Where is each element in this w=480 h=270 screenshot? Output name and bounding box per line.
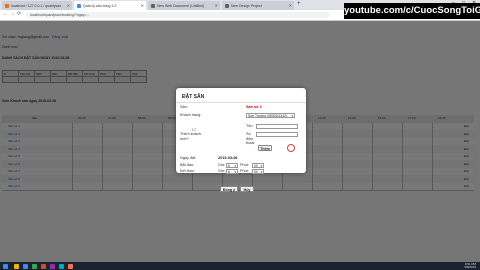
tab-quanlysan[interactable]: Quản lý sân bóng 1.0 ✕ <box>74 1 146 10</box>
phpmyadmin-icon <box>5 3 9 8</box>
name-label: Tên: <box>246 124 254 128</box>
close-tab-icon[interactable]: ✕ <box>67 3 70 8</box>
page-icon <box>225 3 229 8</box>
chrome-icon[interactable] <box>23 263 28 269</box>
booking-dialog: ĐẶT SÂN Sân: Sân số 3 Khách hàng: Sơn Tr… <box>176 88 306 174</box>
date-label: Ngày đặt: <box>180 156 197 160</box>
reload-icon[interactable]: ⟳ <box>17 11 21 17</box>
start-label: Bắt đầu: <box>180 163 195 167</box>
select-value: 6 <box>228 170 230 174</box>
tab-label: Quản lý sân bóng 1.0 <box>83 3 117 8</box>
page-icon <box>77 3 81 8</box>
tab-label: New Web Document (Untitled) <box>157 3 205 8</box>
hour-label: Giờ: <box>218 163 226 167</box>
start-hour-select[interactable]: 6 ▾ <box>226 163 238 168</box>
select-value: 6 <box>228 164 230 168</box>
tab-label: localhost / 127.0.0.1 / quanlysan <box>11 3 62 8</box>
close-tab-icon[interactable]: ✕ <box>215 3 218 8</box>
chevron-down-icon: ▾ <box>260 170 262 174</box>
chevron-down-icon: ▾ <box>260 164 262 168</box>
field-value: Sân số 3 <box>246 105 262 109</box>
select-value: 00 <box>254 170 258 174</box>
add-customer-button[interactable]: Thêm <box>258 145 272 151</box>
chevron-down-icon: ▾ <box>234 170 236 174</box>
new-customer-label: Thêm khách mới? <box>180 132 201 141</box>
file-explorer-icon[interactable] <box>14 263 19 269</box>
app-icon[interactable] <box>50 263 55 269</box>
name-input[interactable] <box>256 124 298 129</box>
start-icon[interactable] <box>3 263 8 269</box>
channel-watermark: youtube.com/c/CuocSongToiGian <box>344 3 480 19</box>
confirm-button[interactable]: Đồng ý <box>220 186 238 192</box>
phone-input[interactable] <box>256 132 298 137</box>
hour-label: Giờ: <box>218 169 226 173</box>
tab-web-document[interactable]: New Web Document (Untitled) ✕ <box>148 1 220 10</box>
customer-select[interactable]: Sơn Trường (0909111342) ▾ <box>246 113 295 118</box>
url-input[interactable]: localhost/quanlysan/booking/?ngay=... <box>26 11 330 18</box>
minute-label: Phút: <box>240 169 249 173</box>
page-icon <box>151 3 155 8</box>
chevron-down-icon: ▾ <box>291 114 293 118</box>
app-icon[interactable] <box>32 263 37 269</box>
app-icon[interactable] <box>41 263 46 269</box>
chevron-down-icon: ▾ <box>234 164 236 168</box>
clock-date: 3/8/2019 <box>464 265 476 269</box>
customer-label: Khách hàng: <box>180 113 202 117</box>
select-value: 00 <box>254 164 258 168</box>
divider <box>176 102 306 103</box>
close-tab-icon[interactable]: ✕ <box>289 3 292 8</box>
field-label: Sân: <box>180 105 188 109</box>
end-minute-select[interactable]: 00 ▾ <box>252 169 264 174</box>
end-hour-select[interactable]: 6 ▾ <box>226 169 238 174</box>
dialog-title: ĐẶT SÂN <box>182 94 205 100</box>
back-icon[interactable]: ← <box>3 11 8 17</box>
new-tab-button[interactable]: + <box>297 1 301 7</box>
forward-icon[interactable]: → <box>10 11 15 17</box>
app-icon[interactable] <box>68 263 73 269</box>
system-clock: 9:51 PM 3/8/2019 <box>464 262 476 270</box>
start-minute-select[interactable]: 00 ▾ <box>252 163 264 168</box>
date-value: 2019-03-08 <box>218 156 238 160</box>
tab-design-project[interactable]: New Design Project ✕ <box>222 1 294 10</box>
taskbar: 9:51 PM 3/8/2019 <box>0 262 480 270</box>
end-label: Kết thúc: <box>180 169 195 173</box>
tab-label: New Design Project <box>231 3 262 8</box>
app-icon[interactable] <box>59 263 64 269</box>
cancel-button[interactable]: Hủy <box>240 186 254 192</box>
customer-select-value: Sơn Trường (0909111342) <box>248 114 288 118</box>
mouse-cursor-highlight <box>287 144 295 152</box>
minute-label: Phút: <box>240 163 249 167</box>
tab-phpmyadmin[interactable]: localhost / 127.0.0.1 / quanlysan ✕ <box>2 1 72 10</box>
close-tab-icon[interactable]: ✕ <box>141 3 144 8</box>
